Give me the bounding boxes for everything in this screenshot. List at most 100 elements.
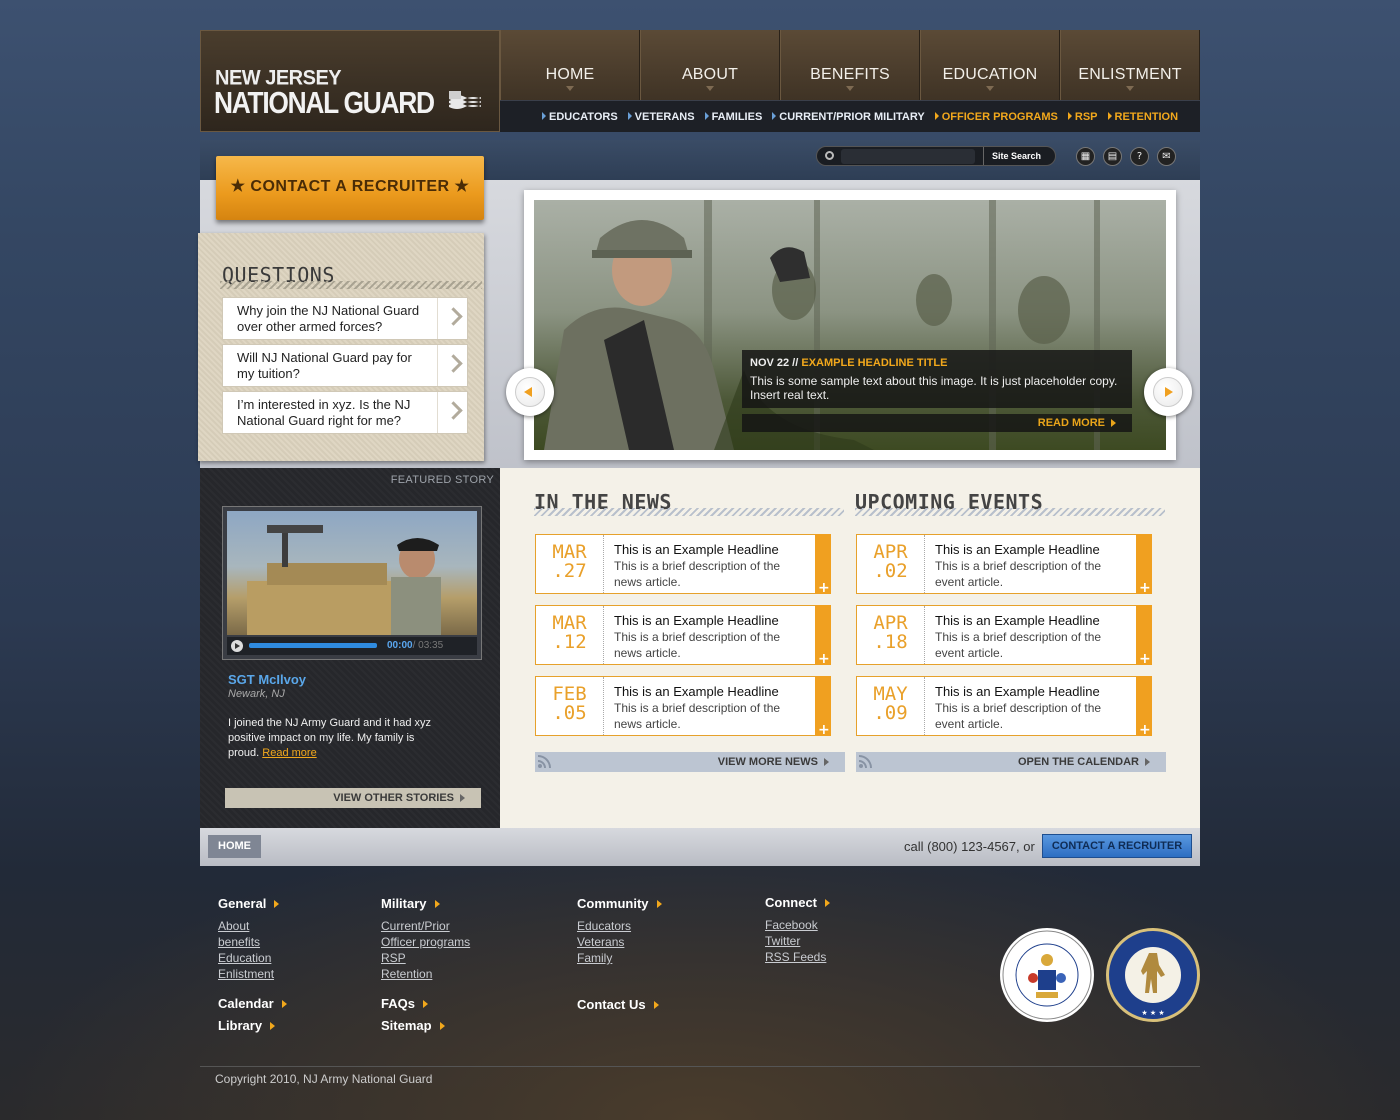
view-more-news-label: VIEW MORE NEWS: [717, 756, 818, 768]
nav-enlistment[interactable]: ENLISTMENT: [1060, 30, 1200, 100]
news-card[interactable]: FEB .05 This is an Example Headline This …: [535, 676, 831, 738]
footer-link-facebook[interactable]: Facebook: [765, 917, 830, 933]
footer-link[interactable]: About: [218, 918, 279, 934]
main-nav: HOME ABOUT BENEFITS EDUCATION ENLISTMENT: [500, 30, 1200, 100]
footer-link[interactable]: RSP: [381, 950, 470, 966]
video-player[interactable]: 00:00/ 03:35: [222, 506, 482, 660]
footer-link[interactable]: Retention: [381, 966, 470, 982]
nav-home[interactable]: HOME: [500, 30, 640, 100]
plus-icon[interactable]: [815, 605, 831, 667]
news-card[interactable]: MAR .12 This is an Example Headline This …: [535, 605, 831, 667]
footer-link[interactable]: Veterans: [577, 934, 662, 950]
footer-link-twitter[interactable]: Twitter: [765, 933, 830, 949]
question-text: I’m interested in xyz. Is the NJ Nationa…: [237, 397, 411, 428]
news-headline: This is an Example Headline: [614, 684, 779, 699]
footer-heading-community[interactable]: Community: [577, 896, 662, 911]
footer-calendar-link[interactable]: Calendar: [218, 996, 287, 1011]
slider-prev-button[interactable]: [506, 368, 554, 416]
subnav-officer-programs[interactable]: OFFICER PROGRAMS: [934, 111, 1058, 123]
event-card[interactable]: APR .18 This is an Example Headline This …: [856, 605, 1152, 667]
nav-label: EDUCATION: [942, 66, 1038, 83]
slider-next-button[interactable]: [1144, 368, 1192, 416]
footer-heading-connect[interactable]: Connect: [765, 895, 830, 910]
arrow-right-icon: [460, 794, 465, 802]
content-area: ★ CONTACT A RECRUITER ★ QUESTIONS Why jo…: [198, 156, 1200, 828]
nav-about[interactable]: ABOUT: [640, 30, 780, 100]
question-item[interactable]: Will NJ National Guard pay for my tuitio…: [222, 344, 468, 387]
footer-heading-label: Community: [577, 896, 649, 911]
svg-text:★ ★ ★: ★ ★ ★: [1141, 1009, 1164, 1017]
search-button[interactable]: Site Search: [983, 147, 1057, 165]
subnav-current-prior-military[interactable]: CURRENT/PRIOR MILITARY: [772, 110, 925, 123]
news-card[interactable]: MAR .27 This is an Example Headline This …: [535, 534, 831, 596]
video-progress[interactable]: [249, 643, 377, 648]
footer-heading-military[interactable]: Military: [381, 896, 470, 911]
footer-library-link[interactable]: Library: [218, 1018, 287, 1033]
footer-sitemap-link[interactable]: Sitemap: [381, 1018, 445, 1033]
plus-icon[interactable]: [1136, 534, 1152, 596]
arrow-right-icon: [1153, 377, 1183, 407]
breadcrumb-home[interactable]: HOME: [208, 835, 261, 858]
footer-link-rss[interactable]: RSS Feeds: [765, 949, 830, 965]
view-other-stories-button[interactable]: VIEW OTHER STORIES: [225, 788, 481, 808]
plus-icon[interactable]: [815, 534, 831, 596]
subnav-families[interactable]: FAMILIES: [704, 111, 762, 123]
footer-contact-link[interactable]: Contact Us: [577, 997, 659, 1012]
divider: [534, 508, 844, 516]
arrow-right-icon: [825, 899, 830, 907]
video-thumbnail-illustration: [247, 525, 441, 635]
event-card[interactable]: MAY .09 This is an Example Headline This …: [856, 676, 1152, 738]
news-desc: This is a brief description of the news …: [614, 701, 781, 731]
footer-faqs-sitemap: FAQs Sitemap: [381, 996, 445, 1040]
footer-link[interactable]: Family: [577, 950, 662, 966]
nav-benefits[interactable]: BENEFITS: [780, 30, 920, 100]
plus-icon[interactable]: [815, 676, 831, 738]
subnav-veterans[interactable]: VETERANS: [627, 111, 695, 123]
chevron-down-icon: [1126, 86, 1134, 91]
question-item[interactable]: Why join the NJ National Guard over othe…: [222, 297, 468, 340]
subnav-rsp[interactable]: RSP: [1067, 111, 1098, 123]
search-input[interactable]: [841, 149, 975, 164]
event-card[interactable]: APR .02 This is an Example Headline This …: [856, 534, 1152, 596]
footer-divider: [200, 1066, 1200, 1067]
footer-heading-general[interactable]: General: [218, 896, 280, 911]
contact-recruiter-footer-button[interactable]: CONTACT A RECRUITER: [1042, 834, 1192, 858]
event-desc: This is a brief description of the event…: [935, 701, 1102, 731]
calendar-icon[interactable]: ▦: [1076, 147, 1095, 166]
chevron-right-icon: [437, 298, 467, 339]
video-thumbnail: [227, 511, 477, 635]
subnav-retention[interactable]: RETENTION: [1107, 111, 1178, 123]
arrow-right-icon: [1067, 111, 1072, 120]
footer-link[interactable]: Education: [218, 950, 279, 966]
subnav-label: CURRENT/PRIOR MILITARY: [779, 110, 925, 123]
document-icon[interactable]: ▤: [1103, 147, 1122, 166]
slide-read-more[interactable]: READ MORE: [742, 414, 1132, 432]
contact-recruiter-button[interactable]: ★ CONTACT A RECRUITER ★: [216, 156, 484, 220]
featured-read-more-link[interactable]: Read more: [262, 747, 316, 759]
subnav-educators[interactable]: EDUCATORS: [542, 111, 618, 123]
plus-icon[interactable]: [1136, 605, 1152, 667]
footer-faqs-link[interactable]: FAQs: [381, 996, 445, 1011]
footer-link[interactable]: Enlistment: [218, 966, 279, 982]
site-logo[interactable]: NEW JERSEY NATIONAL GUARD: [200, 30, 500, 132]
breadcrumb-bar: HOME call (800) 123-4567, or CONTACT A R…: [200, 828, 1200, 866]
event-date: APR .18: [857, 606, 925, 664]
read-more-label: READ MORE: [1037, 417, 1105, 429]
footer-link[interactable]: benefits: [218, 934, 279, 950]
mail-icon[interactable]: ✉: [1157, 147, 1176, 166]
footer-link[interactable]: Officer programs: [381, 934, 470, 950]
open-calendar-button[interactable]: OPEN THE CALENDAR: [856, 752, 1166, 772]
sub-nav: EDUCATORS VETERANS FAMILIES CURRENT/PRIO…: [500, 100, 1200, 132]
help-icon[interactable]: ?: [1130, 147, 1149, 166]
footer-link[interactable]: Educators: [577, 918, 662, 934]
play-icon[interactable]: [231, 640, 243, 652]
nav-education[interactable]: EDUCATION: [920, 30, 1060, 100]
event-headline: This is an Example Headline: [935, 684, 1100, 699]
question-item[interactable]: I’m interested in xyz. Is the NJ Nationa…: [222, 391, 468, 434]
plus-icon[interactable]: [1136, 676, 1152, 738]
date-day: .12: [552, 631, 587, 653]
featured-location: Newark, NJ: [228, 688, 285, 700]
footer-link[interactable]: Current/Prior: [381, 918, 470, 934]
view-more-news-button[interactable]: VIEW MORE NEWS: [535, 752, 845, 772]
copyright: Copyright 2010, NJ Army National Guard: [215, 1072, 433, 1086]
